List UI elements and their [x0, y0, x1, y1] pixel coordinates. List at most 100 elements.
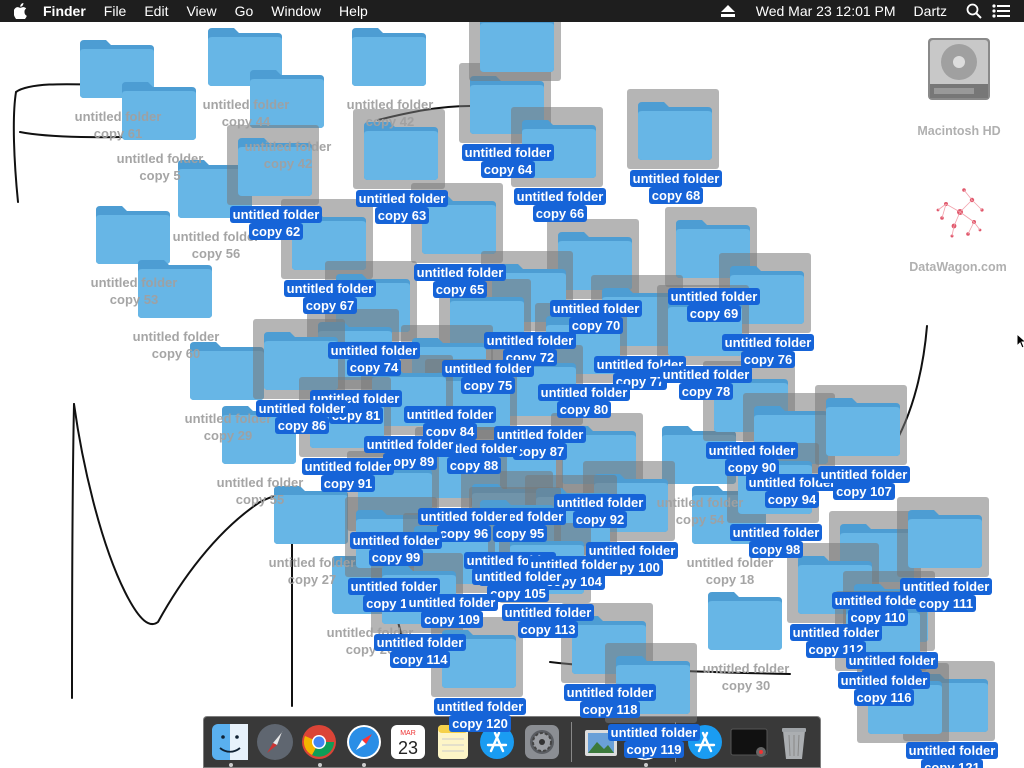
folder-label: untitled folder copy 61 [48, 108, 188, 142]
folder-name: untitled folder [346, 97, 434, 112]
menu-view[interactable]: View [177, 0, 225, 22]
desktop-folder[interactable] [627, 89, 719, 169]
datawagon-label: DataWagon.com [909, 260, 1007, 274]
folder-copy-suffix: copy 75 [460, 377, 516, 394]
folder-copy-suffix: copy 120 [449, 715, 511, 732]
folder-copy-suffix: copy 60 [151, 346, 201, 361]
running-indicator [317, 763, 322, 767]
running-indicator [362, 763, 367, 767]
folder-label: untitled folder copy 119 [584, 724, 724, 758]
folder-name: untitled folder [471, 568, 565, 585]
apple-menu-icon[interactable] [14, 3, 28, 19]
eject-icon[interactable] [720, 5, 735, 17]
folder-copy-suffix: copy 65 [432, 281, 488, 298]
folder-name: untitled folder [132, 329, 220, 344]
folder-label: untitled folder copy 42 [218, 138, 358, 172]
folder-label: untitled folder copy 64 [438, 144, 578, 178]
folder-copy-suffix: copy 121 [921, 759, 983, 768]
folder-label: untitled folder copy 91 [278, 458, 418, 492]
folder-icon [826, 398, 900, 456]
desktop-folder[interactable] [350, 24, 430, 94]
folder-label: untitled folder copy 70 [526, 300, 666, 334]
folder-copy-suffix: copy 30 [721, 678, 771, 693]
folder-copy-suffix: copy 86 [274, 417, 330, 434]
folder-copy-suffix: copy 68 [648, 187, 704, 204]
desktop-folder[interactable] [815, 385, 907, 465]
folder-copy-suffix: copy 98 [748, 541, 804, 558]
app-menu-finder[interactable]: Finder [34, 0, 95, 22]
launchpad-icon [256, 724, 293, 760]
folder-label: untitled folder copy 67 [260, 280, 400, 314]
folder-copy-suffix: copy 67 [302, 297, 358, 314]
folder-copy-suffix: copy 66 [532, 205, 588, 222]
folder-copy-suffix: copy 56 [191, 246, 241, 261]
dock-safari[interactable] [344, 722, 382, 767]
folder-name: untitled folder [702, 661, 790, 676]
desktop[interactable]: Macintosh HD DataWagon.com untitled fold… [0, 22, 1024, 768]
folder-name: untitled folder [413, 264, 507, 281]
folder-label: untitled folder copy 120 [410, 698, 550, 732]
folder-copy-suffix: copy 113 [517, 621, 579, 638]
folder-name: untitled folder [705, 442, 799, 459]
folder-copy-suffix: copy 74 [346, 359, 402, 376]
folder-name: untitled folder [283, 280, 377, 297]
folder-copy-suffix: copy 118 [579, 701, 641, 718]
dock-screen-recording[interactable] [730, 722, 768, 762]
desktop-folder[interactable] [897, 497, 989, 577]
dock-trash[interactable] [775, 722, 813, 762]
safari-icon [346, 725, 381, 759]
folder-label: untitled folder copy 118 [540, 684, 680, 718]
notification-center-icon[interactable] [992, 4, 1010, 18]
folder-name: untitled folder [837, 672, 931, 689]
folder-name: untitled folder [229, 206, 323, 223]
folder-name: untitled folder [729, 524, 823, 541]
menubar-user[interactable]: Dartz [905, 0, 956, 22]
folder-label: untitled folder copy 30 [676, 660, 816, 694]
folder-label: untitled folder copy 62 [206, 206, 346, 240]
folder-label: untitled folder copy 98 [706, 524, 846, 558]
running-indicator [229, 763, 233, 767]
folder-copy-suffix: copy 114 [389, 651, 451, 668]
folder-copy-suffix: copy 91 [320, 475, 376, 492]
folder-name: untitled folder [721, 334, 815, 351]
folder-name: untitled folder [513, 188, 607, 205]
mouse-cursor-icon [1016, 333, 1024, 349]
folder-name: untitled folder [667, 288, 761, 305]
folder-label: untitled folder copy 44 [176, 96, 316, 130]
dock-chrome[interactable] [300, 722, 338, 767]
folder-label: untitled folder copy 113 [478, 604, 618, 638]
menu-window[interactable]: Window [262, 0, 330, 22]
folder-name: untitled folder [607, 724, 701, 741]
folder-copy-suffix: copy 55 [235, 492, 285, 507]
folder-label: untitled folder copy 107 [794, 466, 934, 500]
folder-name: untitled folder [116, 151, 204, 166]
menu-file[interactable]: File [95, 0, 136, 22]
dock-finder[interactable] [211, 722, 249, 767]
spotlight-search-icon[interactable] [966, 3, 982, 19]
macintosh-hd-icon[interactable] [922, 32, 996, 106]
folder-label: untitled folder copy 80 [514, 384, 654, 418]
folder-copy-suffix: copy 18 [705, 572, 755, 587]
folder-name: untitled folder [817, 466, 911, 483]
folder-label: untitled folder copy 65 [390, 264, 530, 298]
folder-copy-suffix: copy 42 [365, 114, 415, 129]
menu-go[interactable]: Go [226, 0, 263, 22]
running-indicator [644, 763, 649, 767]
folder-label: untitled folder copy 60 [106, 328, 246, 362]
dock-launchpad[interactable] [255, 722, 293, 762]
folder-name: untitled folder [349, 532, 443, 549]
menu-help[interactable]: Help [330, 0, 377, 22]
menu-edit[interactable]: Edit [135, 0, 177, 22]
folder-label: untitled folder copy 121 [882, 742, 1022, 768]
folder-icon [480, 22, 554, 72]
datawagon-file-icon[interactable] [924, 176, 996, 248]
folder-label: untitled folder copy 76 [698, 334, 838, 368]
desktop-folder[interactable] [469, 22, 561, 81]
folder-copy-suffix: copy 63 [374, 207, 430, 224]
folder-copy-suffix: copy 80 [556, 401, 612, 418]
trash-icon [781, 728, 806, 759]
folder-label: untitled folder copy 63 [332, 190, 472, 224]
folder-label: untitled folder copy 111 [876, 578, 1016, 612]
folder-name: untitled folder [563, 684, 657, 701]
menubar-clock[interactable]: Wed Mar 23 12:01 PM [747, 0, 905, 22]
